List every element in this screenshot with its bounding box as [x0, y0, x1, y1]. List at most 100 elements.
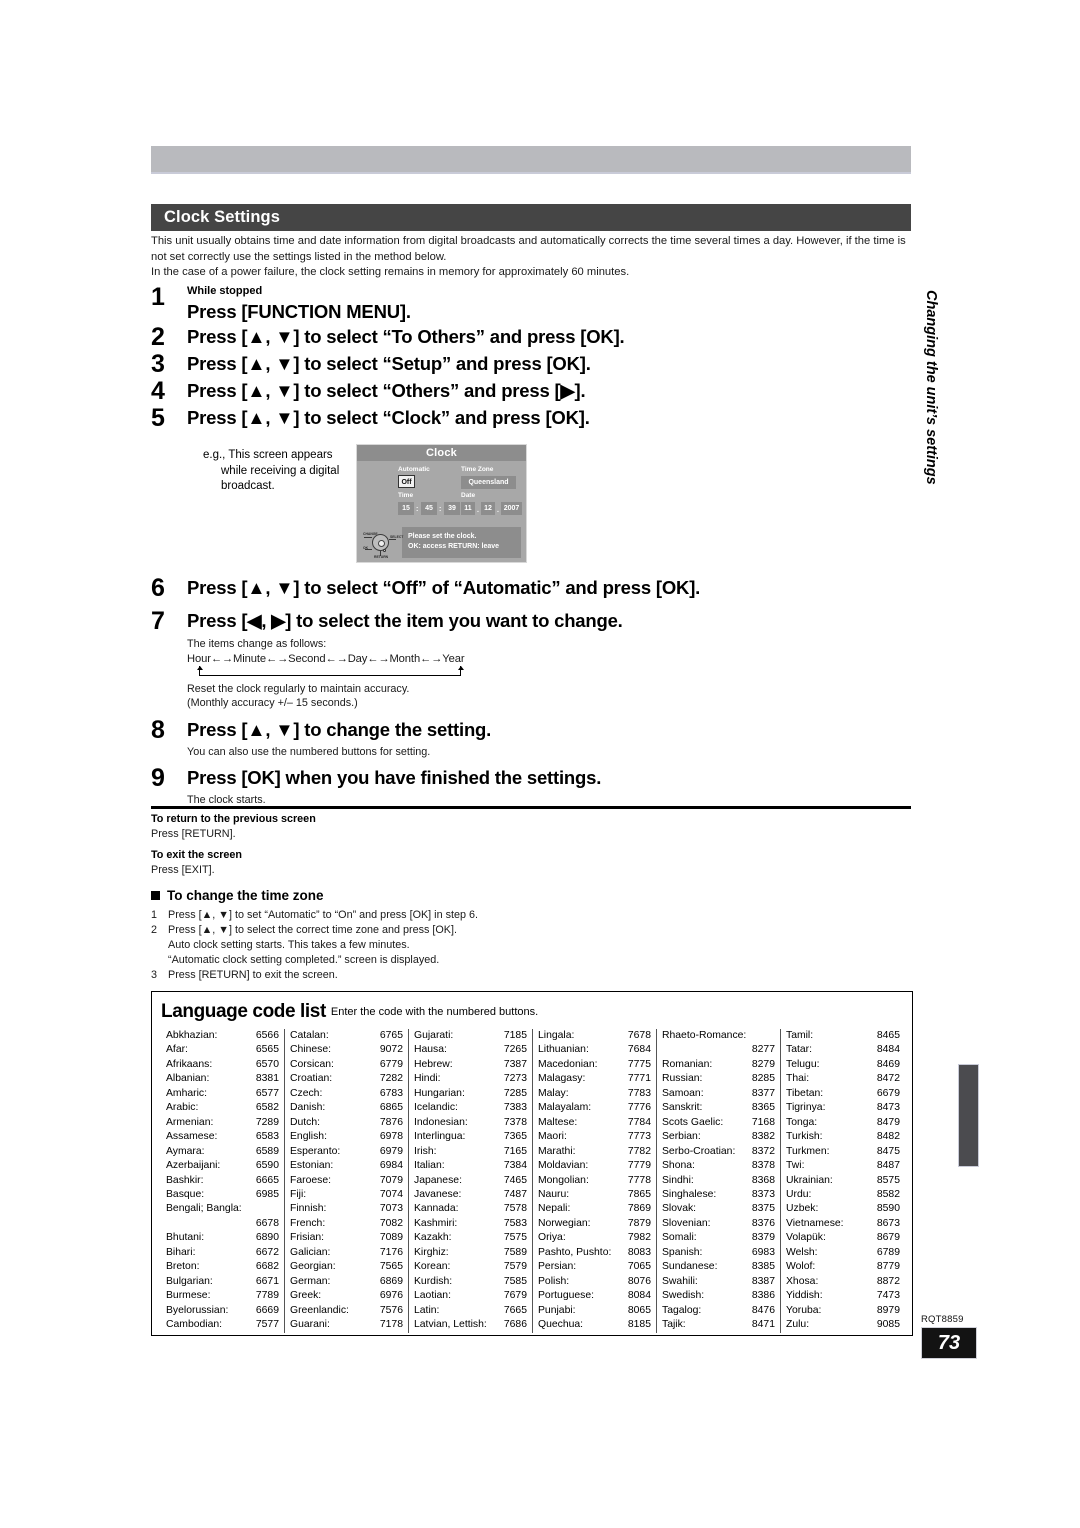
date-day-field[interactable]: 11: [461, 502, 475, 515]
language-code: 6890: [255, 1232, 279, 1244]
language-row: Twi: 8487: [786, 1159, 900, 1173]
language-name: Latin:: [414, 1304, 440, 1316]
procedure-steps-continued: 6 Press [▲, ▼] to select “Off” of “Autom…: [151, 575, 911, 808]
top-decorative-band: [151, 146, 911, 174]
language-row: Kazakh: 7575: [414, 1231, 527, 1245]
language-name: Faroese:: [290, 1174, 332, 1186]
loop-bar: [199, 674, 461, 676]
language-name: Hungarian:: [414, 1087, 465, 1099]
language-row: Korean: 7579: [414, 1260, 527, 1274]
language-row: Thai: 8472: [786, 1072, 900, 1086]
language-code: 7679: [503, 1290, 527, 1302]
step-7-detail-intro: The items change as follows:: [187, 638, 327, 650]
example-caption-line-3: broadcast.: [221, 480, 275, 492]
language-code: 7773: [627, 1131, 651, 1143]
language-row: Tajik: 8471: [662, 1318, 775, 1332]
language-row: Lingala: 7678: [538, 1029, 651, 1043]
language-code: 6669: [255, 1304, 279, 1316]
language-name: Frisian:: [290, 1232, 325, 1244]
language-code: 8382: [751, 1131, 775, 1143]
timezone-substep-2: “Automatic clock setting completed.” scr…: [168, 953, 440, 966]
date-month-field[interactable]: 12: [481, 502, 495, 515]
language-name: Italian:: [414, 1160, 445, 1172]
language-code: 8368: [751, 1174, 775, 1186]
language-code: 8465: [876, 1030, 900, 1041]
language-name: Javanese:: [414, 1188, 462, 1200]
language-row: Tagalog: 8476: [662, 1304, 775, 1318]
language-row: Wolof: 8779: [786, 1260, 900, 1274]
example-illustration-row: e.g., This screen appears while receivin…: [151, 444, 911, 563]
language-row: Turkmen: 8475: [786, 1145, 900, 1159]
language-name: Ukrainian:: [786, 1174, 833, 1186]
step-4-number: 4: [151, 377, 165, 405]
language-name: Japanese:: [414, 1174, 462, 1186]
language-column-2: Catalan: 6765 Chinese: 9072 Corsican: 6779 Cro…: [285, 1029, 409, 1333]
language-code: 7982: [627, 1232, 651, 1244]
procedure-steps: 1 While stopped Press [FUNCTION MENU]. 2…: [151, 284, 911, 432]
clock-message-line-1: Please set the clock.: [408, 533, 477, 540]
language-name: Portuguese:: [538, 1290, 595, 1302]
language-row: Persian: 7065: [538, 1260, 651, 1274]
date-year-field[interactable]: 2007: [501, 502, 522, 515]
language-row: Maltese: 7784: [538, 1116, 651, 1130]
language-list-subtitle: Enter the code with the numbered buttons…: [330, 1006, 539, 1018]
language-name: Fiji:: [290, 1188, 307, 1200]
dpad-return-label: RETURN: [374, 555, 389, 559]
language-code: 7383: [503, 1102, 527, 1114]
language-code: 7876: [379, 1116, 403, 1128]
timezone-value-field[interactable]: Queensland: [461, 476, 516, 489]
language-name: Rhaeto-Romance:: [662, 1030, 747, 1041]
language-name: Persian:: [538, 1261, 577, 1273]
language-row: Bhutani: 6890: [166, 1231, 279, 1245]
language-row: Hausa: 7265: [414, 1043, 527, 1057]
language-name: Greenlandic:: [290, 1304, 349, 1316]
step-8-number: 8: [151, 715, 165, 744]
language-row: Amharic: 6577: [166, 1087, 279, 1101]
dpad-leader-change: [364, 537, 372, 538]
step-8-note: You can also use the numbered buttons fo…: [187, 745, 431, 758]
language-row: Guarani: 7178: [290, 1318, 403, 1332]
step-6-number: 6: [151, 574, 165, 602]
language-name: Aymara:: [166, 1145, 205, 1157]
timezone-steps: 1 Press [▲, ▼] to set “Automatic” to “On…: [151, 908, 911, 983]
language-code: 6665: [255, 1174, 279, 1186]
language-code: 6577: [255, 1087, 279, 1099]
language-code: 8285: [751, 1073, 775, 1085]
language-name: Croatian:: [290, 1073, 333, 1085]
language-name: Lingala:: [538, 1030, 575, 1041]
language-row: Malay: 7783: [538, 1087, 651, 1101]
time-separator-2: :: [439, 506, 442, 513]
language-code: 6672: [255, 1246, 279, 1258]
language-code: 7579: [503, 1261, 527, 1273]
language-name: Tigrinya:: [786, 1102, 826, 1114]
language-code: 7378: [503, 1116, 527, 1128]
time-second-field[interactable]: 39: [444, 502, 460, 515]
step-7-note-1: Reset the clock regularly to maintain ac…: [187, 682, 410, 695]
step-4-text: Press [▲, ▼] to select “Others” and pres…: [187, 380, 586, 401]
time-hour-field[interactable]: 15: [398, 502, 414, 515]
automatic-value-field[interactable]: Off: [398, 475, 415, 488]
language-name: Sindhi:: [662, 1174, 694, 1186]
language-row: Latvian, Lettish: 7686: [414, 1318, 527, 1332]
language-name: Bulgarian:: [166, 1275, 213, 1287]
language-column-1: Abkhazian: 6566 Afar: 6565 Afrikaans: 6570 Alb…: [161, 1029, 285, 1333]
language-code: 7387: [503, 1058, 527, 1070]
example-caption-line-2: while receiving a digital: [221, 464, 340, 477]
language-row: Nepali: 7869: [538, 1202, 651, 1216]
language-code: 6589: [255, 1145, 279, 1157]
language-row: Aymara: 6589: [166, 1145, 279, 1159]
language-code: 7565: [379, 1261, 403, 1273]
language-name: Scots Gaelic:: [662, 1116, 724, 1128]
time-minute-field[interactable]: 45: [421, 502, 437, 515]
language-name: Wolof:: [786, 1261, 816, 1273]
language-name: Estonian:: [290, 1160, 334, 1172]
language-code: 8083: [627, 1246, 651, 1258]
language-name: Malagasy:: [538, 1073, 586, 1085]
language-row: Xhosa: 8872: [786, 1275, 900, 1289]
language-row: Bulgarian: 6671: [166, 1275, 279, 1289]
language-name: Afar:: [166, 1044, 188, 1056]
language-code: 7365: [503, 1131, 527, 1143]
language-row: Bengali; Bangla:: [166, 1202, 279, 1216]
language-row: Nauru: 7865: [538, 1188, 651, 1202]
language-row: Fiji: 7074: [290, 1188, 403, 1202]
